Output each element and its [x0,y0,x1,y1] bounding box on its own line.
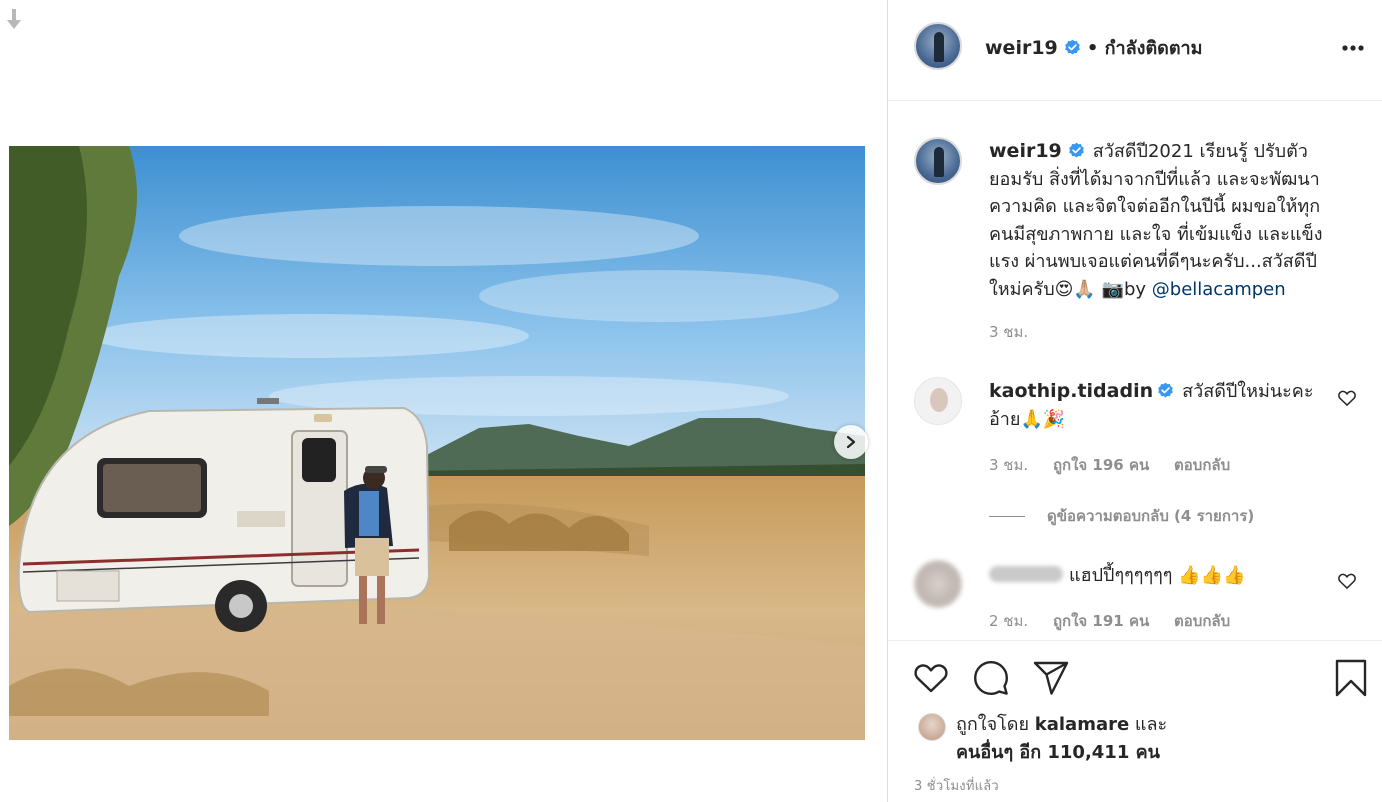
author-avatar[interactable] [914,22,962,70]
caption-username[interactable]: weir19 [989,140,1062,162]
post-photo [9,146,865,740]
reply-button[interactable]: ตอบกลับ [1174,456,1230,474]
comment-time: 2 ชม. [989,612,1029,630]
more-icon[interactable] [1339,36,1367,60]
caption-line: ความคิด และจิตใจต่ออีกในปีนี้ ผมขอให้ทุก [989,196,1321,217]
comment-time: 3 ชม. [989,456,1029,474]
caption: weir19 สวัสดีปี2021 เรียนรู้ ปรับตัว ยอม… [989,138,1349,303]
comment-meta: 2 ชม. ถูกใจ 191 คน ตอบกลับ [989,609,1250,633]
caption-avatar[interactable] [914,137,962,185]
comment-avatar[interactable] [914,560,962,608]
comment-icon[interactable] [972,659,1010,697]
comment-text: แฮปปี้ๆๆๆๆๆๆ 👍👍👍 [1069,565,1246,586]
caption-mention[interactable]: @bellacampen [1152,279,1286,300]
caption-line: ยอมรับ สิ่งที่ได้มาจากปีที่แล้ว และจะพัฒ… [989,168,1320,190]
caption-line: สวัสดีปี2021 เรียนรู้ ปรับตัว [1092,141,1308,162]
caption-line: แรง ผ่านพบเจอแต่คนที่ดีๆนะครับ...สวัสดีป… [989,251,1317,272]
likes-others[interactable]: คนอื่นๆ อีก 110,411 คน [956,739,1167,767]
follow-status[interactable]: • กำลังติดตาม [1087,38,1203,59]
verified-badge-icon [1158,382,1173,398]
comment: แฮปปี้ๆๆๆๆๆๆ 👍👍👍 [989,562,1319,590]
heart-icon[interactable] [912,659,950,697]
caption-time: 3 ชม. [989,323,1029,341]
comment-username-blurred[interactable] [989,566,1063,582]
comments-section: weir19 สวัสดีปี2021 เรียนรู้ ปรับตัว ยอม… [888,102,1382,640]
heart-icon[interactable] [1337,388,1357,408]
author-username[interactable]: weir19 [985,37,1058,59]
caption-line: ใหม่ครับ😍🙏🏼 📷by [989,278,1152,300]
heart-icon[interactable] [1337,571,1357,591]
likes-suffix: และ [1129,714,1168,735]
next-photo-button[interactable] [834,425,868,459]
likes-text: ถูกใจโดย kalamare และ คนอื่นๆ อีก 110,41… [956,711,1167,767]
comment-text: สวัสดีปีใหม่นะคะ [1182,381,1314,402]
comment: kaothip.tidadin สวัสดีปีใหม่นะคะ อ้าย🙏🎉 [989,377,1319,434]
post-actions: ถูกใจโดย kalamare และ คนอื่นๆ อีก 110,41… [888,640,1382,802]
likes-prefix: ถูกใจโดย [956,714,1035,735]
comment-username[interactable]: kaothip.tidadin [989,380,1153,402]
view-replies-label: ดูข้อความตอบกลับ (4 รายการ) [1047,507,1255,525]
view-replies-button[interactable]: ดูข้อความตอบกลับ (4 รายการ) [989,504,1254,528]
caption-meta: 3 ชม. [989,320,1048,344]
download-arrow-icon[interactable] [6,8,22,32]
comment-likes[interactable]: ถูกใจ 196 คน [1053,456,1149,474]
liker-avatar[interactable] [918,713,946,741]
post-side-panel: weir19 • กำลังติดตาม weir19 สวัสดีปี2021… [887,0,1382,802]
caption-line: คนมีสุขภาพกาย และใจ ที่เข้มแข็ง และแข็ง [989,223,1323,245]
comment-meta: 3 ชม. ถูกใจ 196 คน ตอบกลับ [989,453,1250,477]
comment-text: อ้าย🙏🎉 [989,409,1066,430]
share-icon[interactable] [1032,659,1070,697]
reply-button[interactable]: ตอบกลับ [1174,612,1230,630]
divider [989,516,1025,517]
liker-username[interactable]: kalamare [1035,714,1129,735]
post-header: weir19 • กำลังติดตาม [888,0,1382,101]
comment-likes[interactable]: ถูกใจ 191 คน [1053,612,1149,630]
verified-badge-icon [1065,39,1080,55]
post-timestamp[interactable]: 3 ชั่วโมงที่แล้ว [914,775,999,796]
chevron-right-icon [846,435,856,449]
comment-avatar[interactable] [914,377,962,425]
header-user: weir19 • กำลังติดตาม [985,33,1203,62]
bookmark-icon[interactable] [1332,659,1370,697]
verified-badge-icon [1068,142,1084,158]
